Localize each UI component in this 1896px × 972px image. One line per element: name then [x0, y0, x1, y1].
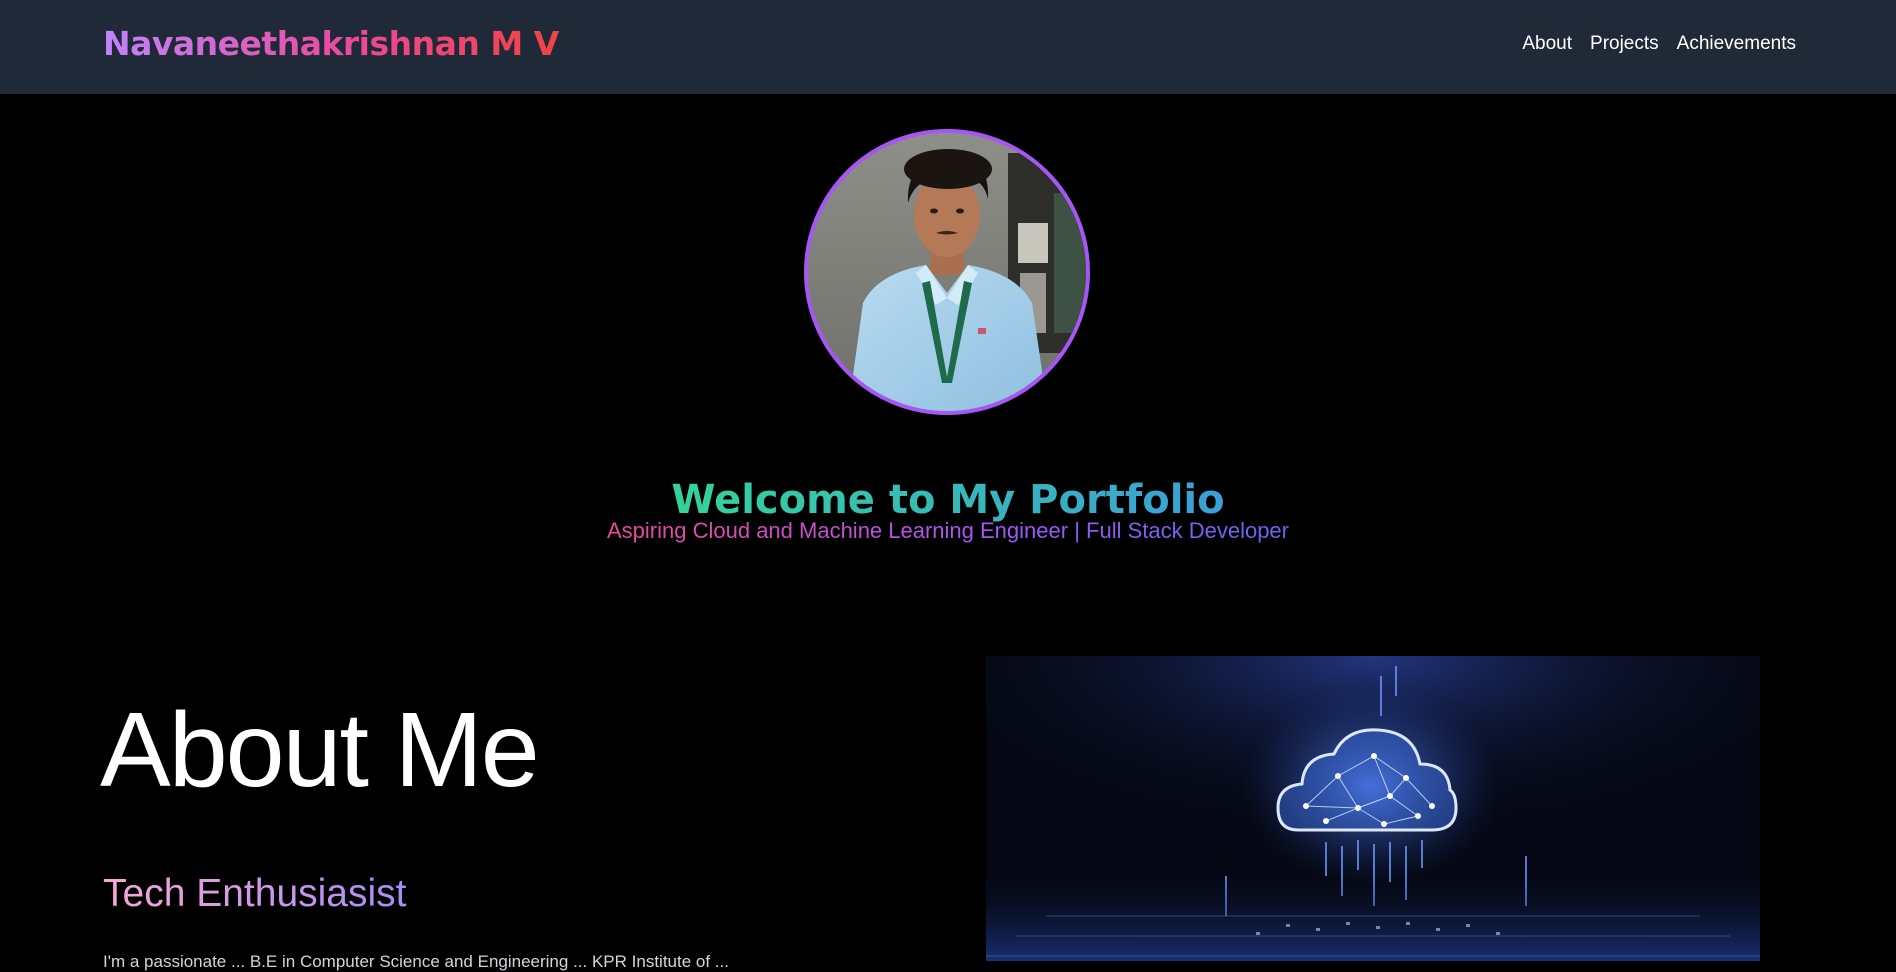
about-heading: About Me — [100, 691, 540, 809]
about-subheading: Tech Enthusiasist — [103, 872, 407, 915]
nav-link-about[interactable]: About — [1522, 33, 1572, 55]
hero-subtitle: Aspiring Cloud and Machine Learning Engi… — [607, 518, 1289, 543]
brand-name[interactable]: Navaneethakrishnan M V — [103, 24, 559, 63]
cloud-network-illustration — [986, 656, 1760, 961]
hero-title: Welcome to My Portfolio — [671, 476, 1225, 523]
nav-links: About Projects Achievements — [1522, 33, 1796, 55]
nav-link-achievements[interactable]: Achievements — [1677, 33, 1796, 55]
nav-link-projects[interactable]: Projects — [1590, 33, 1659, 55]
top-navbar: Navaneethakrishnan M V About Projects Ac… — [0, 0, 1896, 94]
about-body-text: I'm a passionate ... B.E in Computer Sci… — [103, 952, 729, 971]
profile-photo — [804, 129, 1090, 415]
